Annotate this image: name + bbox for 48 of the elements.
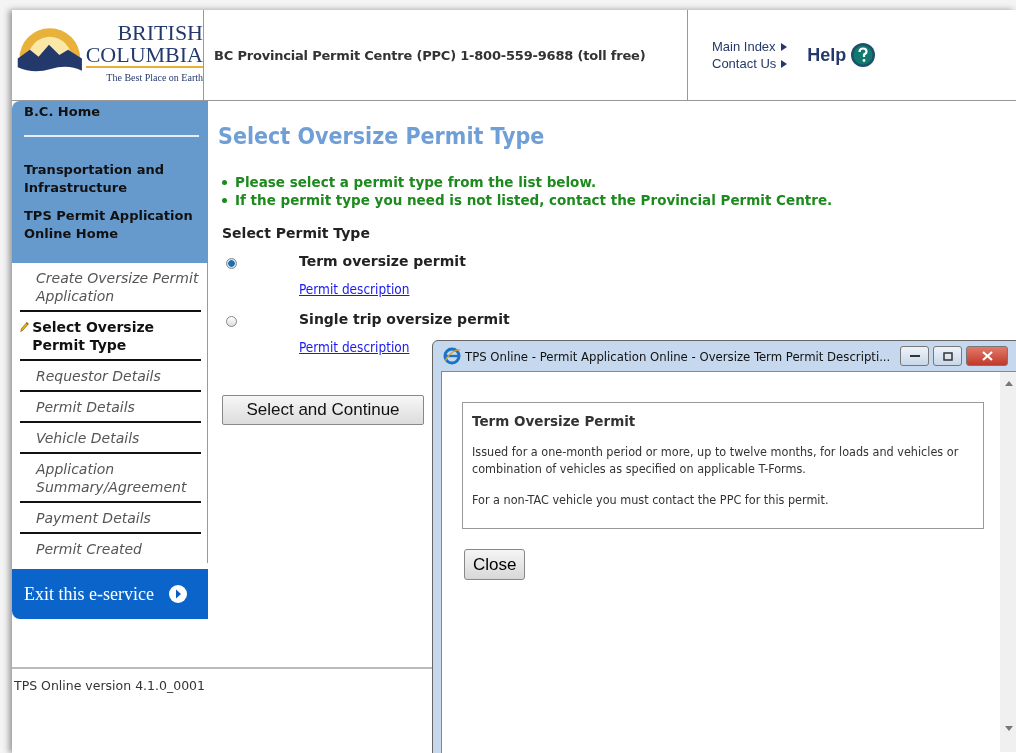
option-label: Single trip oversize permit [299,311,510,327]
step-item[interactable]: Permit Created [36,540,142,558]
option-label: Term oversize permit [299,253,466,269]
scroll-up-icon[interactable] [1005,380,1013,386]
scroll-down-icon[interactable] [1005,726,1013,732]
step-item[interactable]: Requestor Details [36,367,161,385]
logo-tagline: The Best Place on Earth [106,72,203,83]
step-item[interactable]: Select Oversize Permit Type [32,318,201,354]
description-heading: Term Oversize Permit [472,413,637,429]
step-item[interactable]: Vehicle Details [36,429,140,447]
continue-button[interactable]: Select and Continue [222,395,424,425]
maximize-icon [942,351,953,361]
help-link[interactable]: Help [807,44,847,66]
section-label: Select Permit Type [222,225,371,241]
close-window-button[interactable] [966,346,1009,366]
instruction-text: Please select a permit type from the list below. [235,173,597,191]
close-icon [981,351,993,361]
description-text: Issued for a one-month period or more, up to twelve months, for loads and vehicles or combination of vehicles as specified on applicable T-Forms. [472,443,960,477]
window-title: TPS Online - Permit Application Online - Oversize Term Permit Descripti... [465,348,891,364]
exit-button[interactable]: Exit this e-service [12,569,208,619]
browser-icon [443,347,461,365]
logo-title: COLUMBIA [85,44,203,68]
sidebar-link[interactable]: TPS Permit Application Online Home [24,197,199,243]
scrollbar[interactable] [1000,372,1016,752]
radio-button[interactable] [226,315,237,327]
minimize-button[interactable] [900,346,930,366]
arrow-circle-icon [167,584,188,604]
step-item[interactable]: Create Oversize Permit Application [36,269,201,305]
step-item[interactable]: Application Summary/Agreement [36,460,201,496]
step-item[interactable]: Payment Details [36,509,151,527]
radio-button[interactable] [226,257,237,269]
close-button[interactable]: Close [464,549,526,580]
sidebar-link[interactable]: Transportation and Infrastructure [24,151,199,197]
minimize-icon [909,354,920,358]
header-link[interactable]: Contact Us [712,56,788,71]
version-text: TPS Online version 4.1.0_0001 [14,678,205,693]
maximize-button[interactable] [933,346,963,366]
phone-text: BC Provincial Permit Centre (PPC) 1-800-559-9688 (toll free) [204,10,688,100]
page-title: Select Oversize Permit Type [218,123,546,149]
logo-title: BRITISH [117,22,203,44]
instruction-text: If the permit type you need is not listed, contact the Provincial Permit Centre. [235,191,833,209]
description-text: For a non-TAC vehicle you must contact the PPC for this permit. [472,491,830,508]
sidebar-link[interactable]: B.C. Home [24,101,199,137]
header-link[interactable]: Main Index [712,39,788,54]
pencil-icon [20,320,30,334]
description-link[interactable]: Permit description [299,281,1016,297]
step-item[interactable]: Permit Details [36,398,135,416]
help-icon[interactable] [850,42,877,68]
